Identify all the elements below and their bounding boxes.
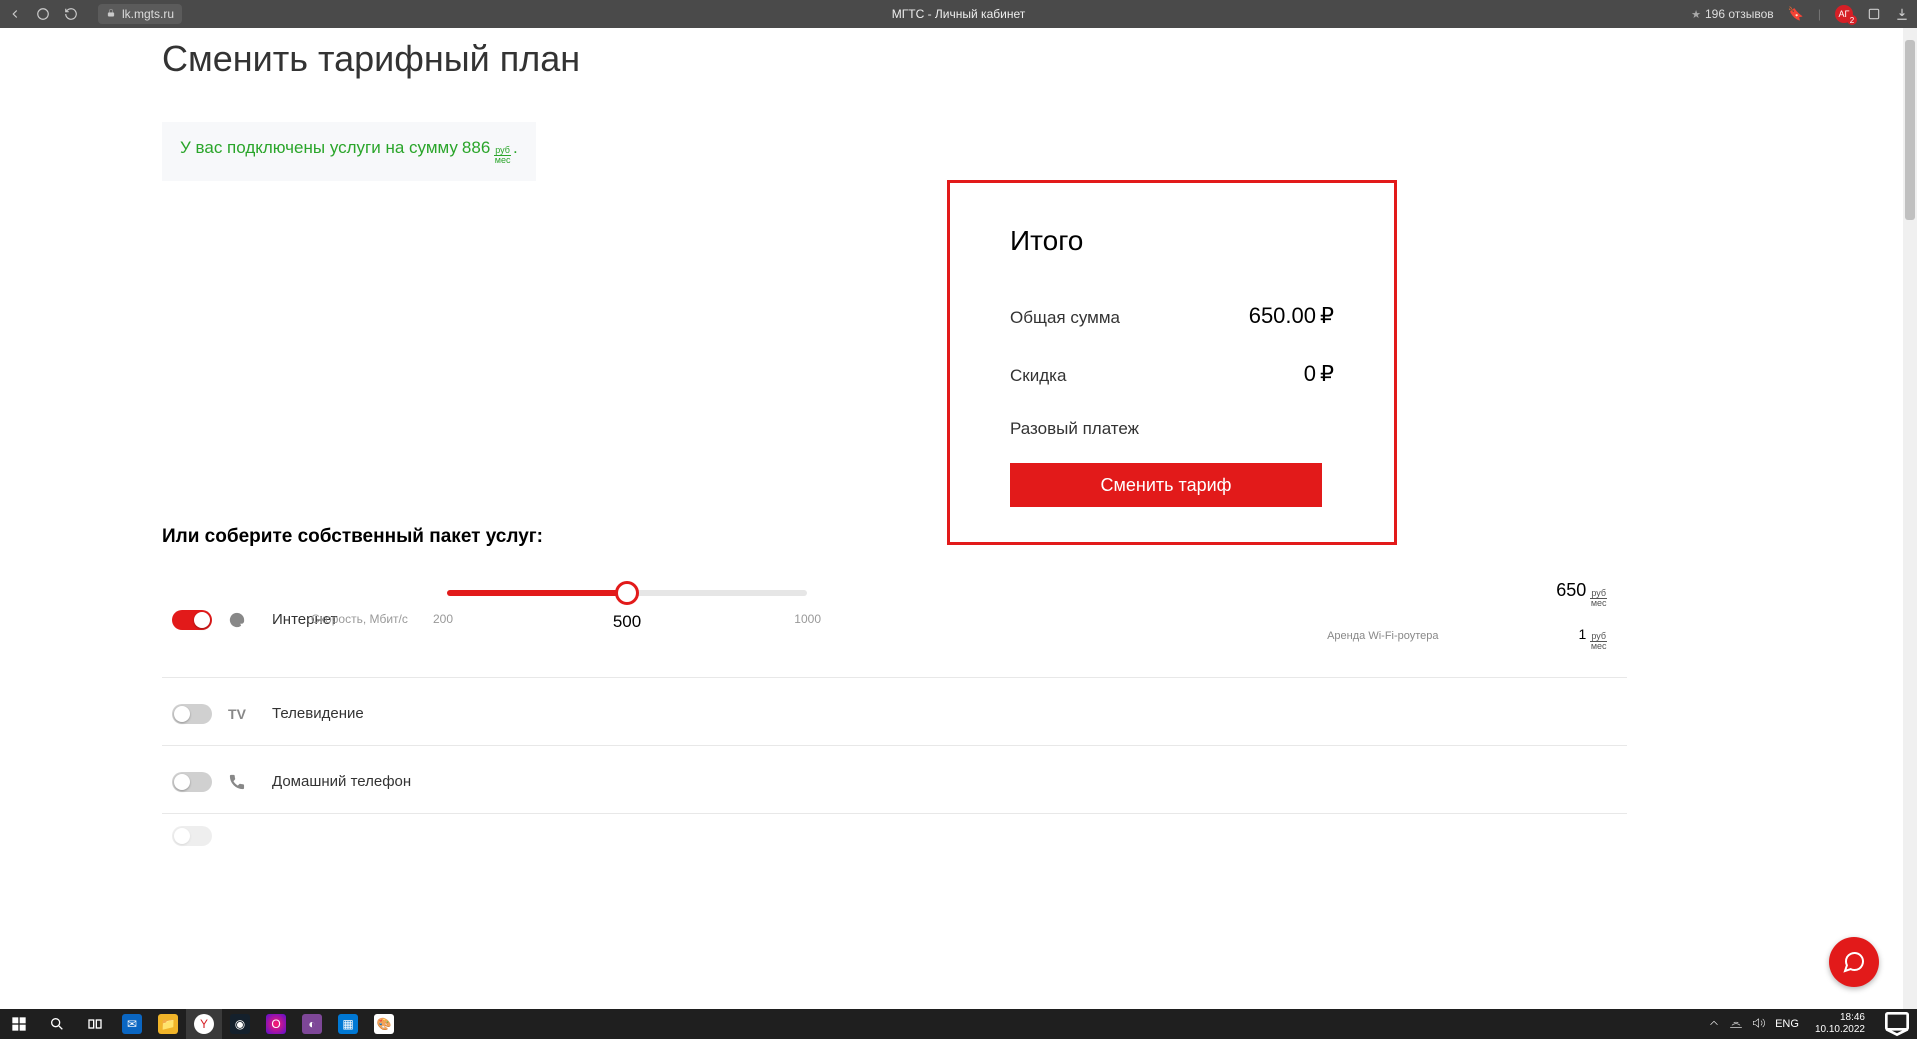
tray-chevron-up-icon[interactable] xyxy=(1707,1016,1721,1033)
service-row-tv: TV Телевидение xyxy=(162,678,1627,746)
custom-package-heading: Или соберите собственный пакет услуг: xyxy=(162,526,543,548)
tray-volume-icon[interactable] xyxy=(1751,1016,1765,1033)
rub-per-month-unit: руб мес xyxy=(494,146,511,165)
summary-total-value: 650.00 xyxy=(1249,303,1316,329)
at-icon xyxy=(220,611,254,629)
speed-sublabel: Скорость, Мбит/с xyxy=(311,612,408,626)
lock-icon xyxy=(106,7,116,21)
page-viewport: Сменить тарифный план У вас подключены у… xyxy=(0,28,1917,1009)
reviews-link[interactable]: ★ 196 отзывов xyxy=(1691,7,1774,21)
tray-network-icon[interactable] xyxy=(1729,1016,1743,1033)
summary-onetime-row: Разовый платеж xyxy=(1010,419,1334,439)
summary-discount-row: Скидка 0 ₽ xyxy=(1010,361,1334,387)
slider-thumb[interactable] xyxy=(615,581,639,605)
phone-icon xyxy=(220,773,254,791)
services-sum-notice: У вас подключены услуги на сумму 886 руб… xyxy=(162,122,536,181)
slider-ticks: 200 500 1000 xyxy=(447,612,807,632)
downloads-icon[interactable] xyxy=(1895,7,1909,21)
app-steam[interactable]: ◉ xyxy=(222,1009,258,1039)
tv-icon: TV xyxy=(220,706,254,722)
service-row-next-partial xyxy=(162,814,1627,860)
action-center-button[interactable] xyxy=(1881,1009,1913,1039)
chat-fab[interactable] xyxy=(1829,937,1879,987)
windows-taskbar: ✉ 📁 Y ◉ O ◐ ▦ 🎨 ENG 18:46 10.10.2022 xyxy=(0,1009,1917,1039)
app-calculator[interactable]: ▦ xyxy=(330,1009,366,1039)
address-bar[interactable]: lk.mgts.ru xyxy=(98,4,182,24)
app-yandex-browser[interactable]: Y xyxy=(186,1009,222,1039)
summary-box: Итого Общая сумма 650.00 ₽ Скидка 0 ₽ Ра… xyxy=(947,180,1397,545)
change-tariff-button[interactable]: Сменить тариф xyxy=(1010,463,1322,507)
page-title: Сменить тарифный план xyxy=(162,38,1917,80)
star-icon: ★ xyxy=(1691,8,1701,21)
avatar-badge: 2 xyxy=(1847,15,1857,25)
app-mail[interactable]: ✉ xyxy=(114,1009,150,1039)
summary-discount-value: 0 xyxy=(1304,361,1316,387)
start-button[interactable] xyxy=(0,1009,38,1039)
tab-title: МГТС - Личный кабинет xyxy=(892,7,1025,21)
service-row-internet: Интернет Скорость, Мбит/с 200 500 1000 6… xyxy=(162,564,1627,678)
summary-title: Итого xyxy=(1010,225,1334,257)
internet-price: 650 рубмес xyxy=(1556,580,1607,608)
avatar[interactable]: АГ 2 xyxy=(1835,5,1853,23)
search-button[interactable] xyxy=(38,1009,76,1039)
taskbar-clock[interactable]: 18:46 10.10.2022 xyxy=(1809,1012,1871,1036)
extensions-icon[interactable] xyxy=(1867,7,1881,21)
reload-icon[interactable] xyxy=(64,7,78,21)
service-row-phone: Домашний телефон xyxy=(162,746,1627,814)
keyboard-language[interactable]: ENG xyxy=(1775,1018,1799,1030)
phone-label: Домашний телефон xyxy=(272,773,411,790)
tv-toggle[interactable] xyxy=(172,704,212,724)
router-rent-line: Аренда Wi-Fi-роутера 1 рубмес xyxy=(1327,626,1607,651)
internet-toggle[interactable] xyxy=(172,610,212,630)
slider-current-value: 500 xyxy=(607,612,647,632)
app-explorer[interactable]: 📁 xyxy=(150,1009,186,1039)
system-tray[interactable] xyxy=(1707,1016,1765,1033)
app-tor[interactable]: ◐ xyxy=(294,1009,330,1039)
task-view-button[interactable] xyxy=(76,1009,114,1039)
internet-speed-slider[interactable]: Скорость, Мбит/с 200 500 1000 xyxy=(447,568,807,574)
back-icon[interactable] xyxy=(8,7,22,21)
phone-toggle[interactable] xyxy=(172,772,212,792)
bookmark-icon[interactable]: 🔖 xyxy=(1788,6,1804,22)
summary-total-row: Общая сумма 650.00 ₽ xyxy=(1010,303,1334,329)
next-toggle[interactable] xyxy=(172,826,212,846)
tv-label: Телевидение xyxy=(272,705,364,722)
app-paint[interactable]: 🎨 xyxy=(366,1009,402,1039)
app-opera-gx[interactable]: O xyxy=(258,1009,294,1039)
yandex-services-icon[interactable] xyxy=(36,7,50,21)
address-url: lk.mgts.ru xyxy=(122,7,174,21)
browser-chrome-bar: lk.mgts.ru МГТС - Личный кабинет ★ 196 о… xyxy=(0,0,1917,28)
